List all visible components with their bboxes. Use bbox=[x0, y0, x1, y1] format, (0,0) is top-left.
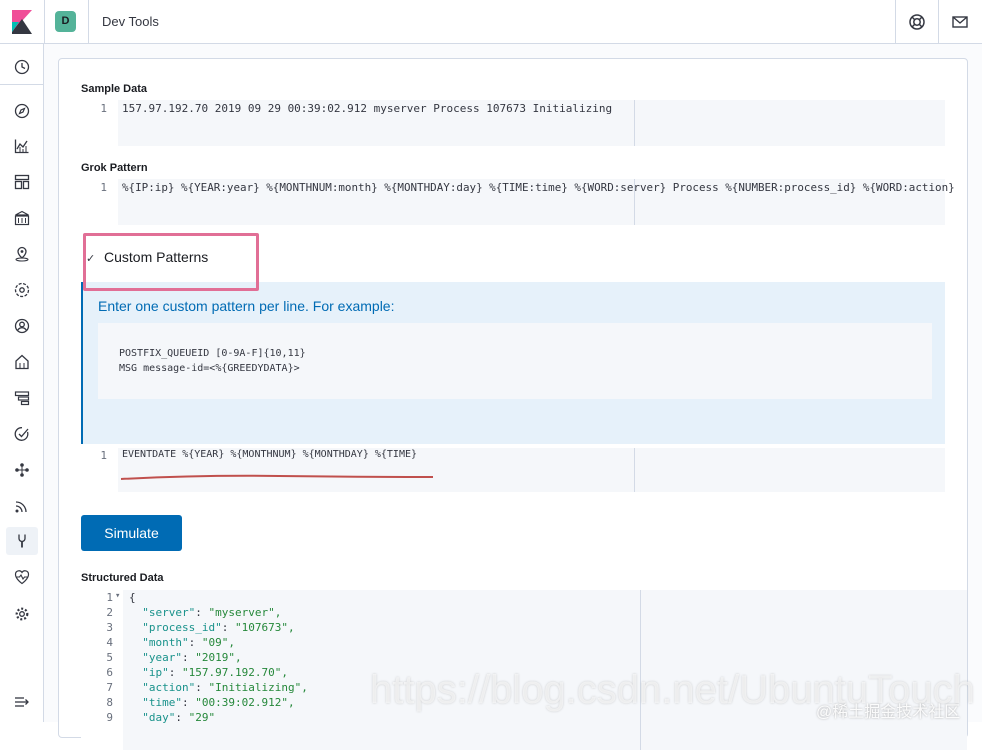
nav-divider bbox=[0, 84, 44, 85]
signal-icon[interactable] bbox=[12, 496, 32, 516]
header-divider bbox=[88, 0, 89, 44]
maps-icon[interactable] bbox=[12, 244, 32, 264]
line-number: 2 bbox=[106, 606, 113, 619]
line-number: 1 bbox=[100, 449, 107, 462]
code-line: 157.97.192.70 2019 09 29 00:39:02.912 my… bbox=[122, 102, 613, 115]
json-key: "month" bbox=[142, 636, 189, 649]
grok-pattern-editor[interactable]: 1 %{IP:ip} %{YEAR:year} %{MONTHNUM:month… bbox=[81, 179, 955, 225]
graph-icon[interactable] bbox=[12, 460, 32, 480]
json-brace: { bbox=[129, 591, 136, 604]
line-number: 3 bbox=[106, 621, 113, 634]
kibana-logo[interactable] bbox=[10, 8, 34, 36]
line-number: 9 bbox=[106, 711, 113, 724]
header-bar: D Dev Tools bbox=[0, 0, 982, 44]
json-value: "myserver", bbox=[208, 606, 282, 619]
help-icon[interactable] bbox=[907, 12, 927, 32]
monitoring-icon[interactable] bbox=[12, 567, 32, 587]
line-number: 1 bbox=[100, 102, 107, 115]
page-title[interactable]: Dev Tools bbox=[102, 14, 159, 29]
ml-icon[interactable] bbox=[12, 280, 32, 300]
infra-icon[interactable] bbox=[12, 316, 32, 336]
pattern-example: POSTFIX_QUEUEID [0-9A-F]{10,11} MSG mess… bbox=[98, 323, 932, 399]
print-margin bbox=[634, 448, 635, 492]
json-key: "time" bbox=[142, 696, 182, 709]
json-line: "ip": "157.97.192.70", bbox=[142, 666, 288, 679]
compass-icon[interactable] bbox=[12, 101, 32, 121]
custom-patterns-callout: Enter one custom pattern per line. For e… bbox=[81, 282, 945, 444]
json-value: "00:39:02.912", bbox=[195, 696, 295, 709]
gear-icon[interactable] bbox=[12, 604, 32, 624]
logs-icon[interactable] bbox=[12, 352, 32, 372]
canvas-icon[interactable] bbox=[12, 208, 32, 228]
header-divider bbox=[938, 0, 939, 44]
space-avatar[interactable]: D bbox=[55, 11, 76, 32]
mail-icon[interactable] bbox=[950, 12, 970, 32]
json-line: "action": "Initializing", bbox=[142, 681, 308, 694]
line-number: 4 bbox=[106, 636, 113, 649]
custom-patterns-toggle-label: Custom Patterns bbox=[104, 249, 209, 265]
sample-data-label: Sample Data bbox=[81, 83, 148, 95]
visualize-icon[interactable] bbox=[12, 136, 32, 156]
json-line: "process_id": "107673", bbox=[142, 621, 295, 634]
callout-title: Enter one custom pattern per line. For e… bbox=[98, 298, 395, 314]
json-line: "month": "09", bbox=[142, 636, 235, 649]
json-line: "server": "myserver", bbox=[142, 606, 282, 619]
clock-icon[interactable] bbox=[12, 57, 32, 77]
watermark-secondary: @稀土掘金技术社区 bbox=[816, 704, 961, 721]
structured-data-label: Structured Data bbox=[81, 572, 164, 584]
code-line: %{IP:ip} %{YEAR:year} %{MONTHNUM:month} … bbox=[122, 181, 955, 194]
print-margin bbox=[634, 179, 635, 225]
line-number: 7 bbox=[106, 681, 113, 694]
main-content: Sample Data 1 157.97.192.70 2019 09 29 0… bbox=[44, 44, 982, 750]
custom-patterns-editor[interactable]: 1 EVENTDATE %{YEAR} %{MONTHNUM} %{MONTHD… bbox=[81, 448, 945, 492]
json-line: { bbox=[129, 591, 136, 604]
line-number: 5 bbox=[106, 651, 113, 664]
line-number: 1 bbox=[100, 181, 107, 194]
json-line: "day": "29" bbox=[142, 711, 216, 724]
json-value: "157.97.192.70", bbox=[182, 666, 288, 679]
line-number: 1 bbox=[106, 591, 113, 604]
fold-icon[interactable]: ▾ bbox=[115, 591, 123, 601]
header-divider bbox=[44, 0, 45, 44]
json-key: "day" bbox=[142, 711, 176, 724]
sample-data-editor[interactable]: 1 157.97.192.70 2019 09 29 00:39:02.912 … bbox=[81, 100, 945, 146]
json-value: "09", bbox=[201, 636, 235, 649]
devtools-icon[interactable] bbox=[6, 527, 38, 555]
dashboard-icon[interactable] bbox=[12, 172, 32, 192]
line-number: 8 bbox=[106, 696, 113, 709]
json-line: "time": "00:39:02.912", bbox=[142, 696, 295, 709]
chevron-icon: ✓ bbox=[86, 253, 96, 265]
json-value: "Initializing", bbox=[208, 681, 308, 694]
annotation-underline bbox=[120, 474, 434, 480]
side-nav bbox=[0, 44, 44, 722]
uptime-icon[interactable] bbox=[12, 424, 32, 444]
menu-collapse-icon[interactable] bbox=[12, 692, 32, 712]
json-key: "process_id" bbox=[142, 621, 222, 634]
custom-patterns-toggle[interactable]: ✓ Custom Patterns bbox=[83, 233, 259, 291]
json-value: "2019", bbox=[195, 651, 242, 664]
header-divider bbox=[895, 0, 896, 44]
json-value: "29" bbox=[188, 711, 216, 724]
json-key: "server" bbox=[142, 606, 196, 619]
simulate-button[interactable]: Simulate bbox=[81, 515, 182, 551]
apm-icon[interactable] bbox=[12, 388, 32, 408]
print-margin bbox=[634, 100, 635, 146]
json-line: "year": "2019", bbox=[142, 651, 242, 664]
json-key: "year" bbox=[142, 651, 182, 664]
json-value: "107673", bbox=[234, 621, 295, 634]
json-key: "action" bbox=[142, 681, 196, 694]
grok-debugger-panel: Sample Data 1 157.97.192.70 2019 09 29 0… bbox=[58, 58, 968, 750]
grok-pattern-label: Grok Pattern bbox=[81, 162, 148, 174]
json-key: "ip" bbox=[142, 666, 169, 679]
code-line: EVENTDATE %{YEAR} %{MONTHNUM} %{MONTHDAY… bbox=[122, 449, 418, 460]
line-number: 6 bbox=[106, 666, 113, 679]
